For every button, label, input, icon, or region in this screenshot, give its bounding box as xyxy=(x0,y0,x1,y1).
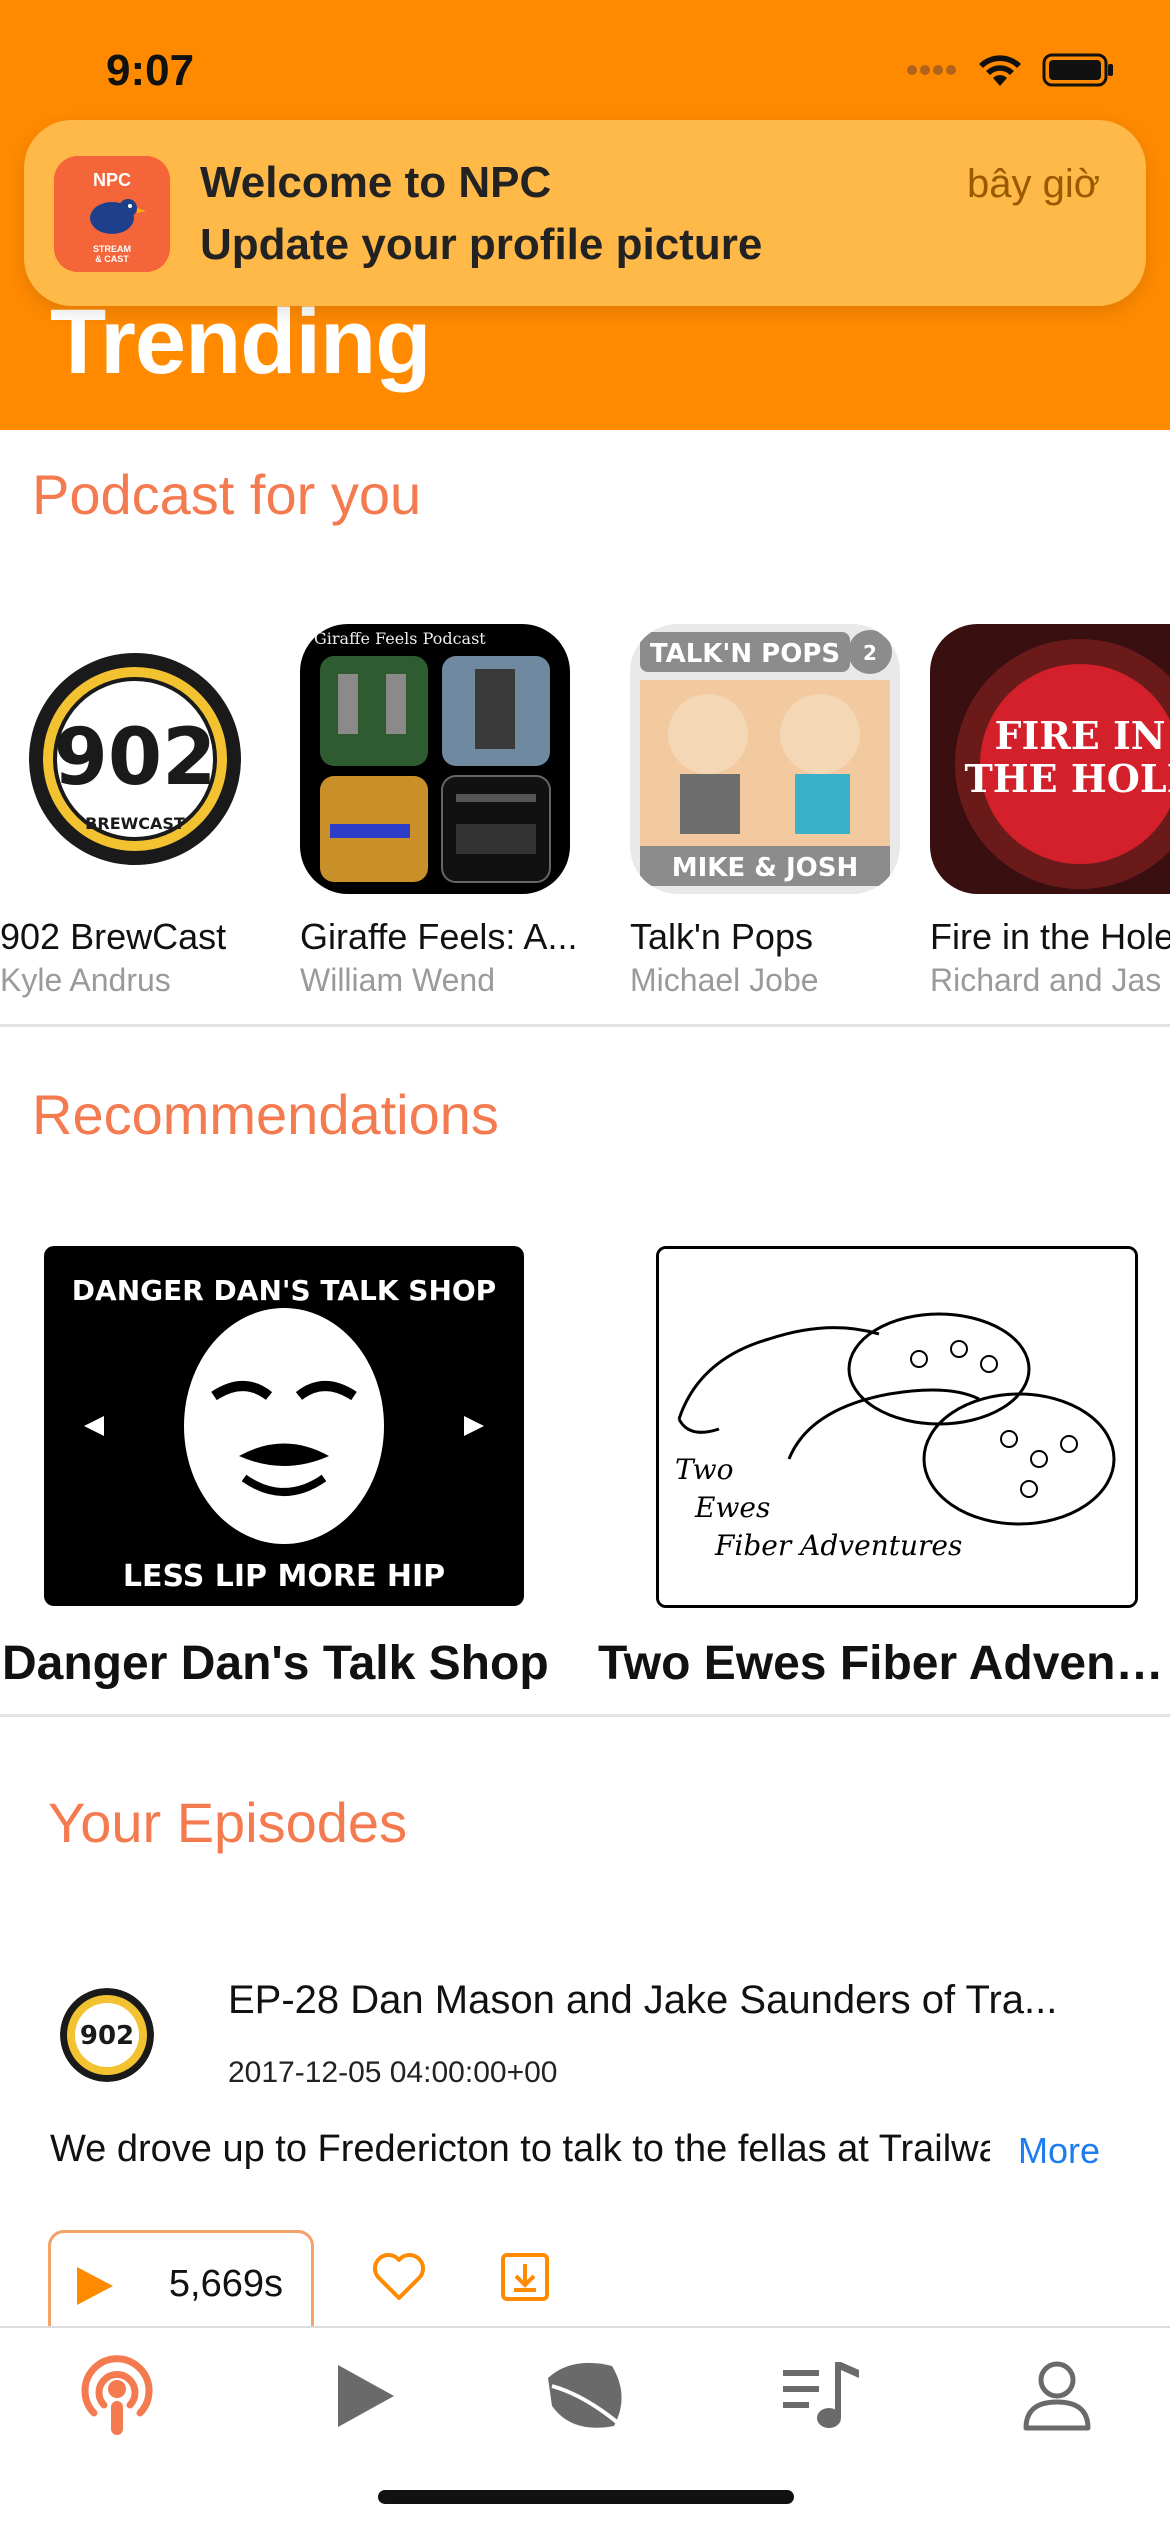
svg-text:TALK'N POPS: TALK'N POPS xyxy=(650,639,840,669)
svg-text:Fiber Adventures: Fiber Adventures xyxy=(714,1529,962,1562)
playlist-icon xyxy=(783,2362,859,2428)
play-icon xyxy=(77,2267,113,2305)
podcast-carousel[interactable]: 902 BREWCAST 902 BrewCast Kyle Andrus Gi… xyxy=(0,624,1170,1024)
podcast-artwork: 902 BREWCAST xyxy=(0,624,270,894)
podcast-title: Giraffe Feels: A... xyxy=(300,916,578,957)
recommendation-artwork: Two Ewes Fiber Adventures xyxy=(656,1246,1138,1608)
episode-description: We drove up to Fredericton to talk to th… xyxy=(50,2128,990,2170)
section-title-recommendations: Recommendations xyxy=(32,1083,499,1146)
podcasts-icon xyxy=(81,2355,153,2435)
podcast-title: 902 BrewCast xyxy=(0,916,227,957)
svg-text:LESS LIP MORE HIP: LESS LIP MORE HIP xyxy=(123,1559,445,1594)
tab-playlist[interactable] xyxy=(766,2346,876,2446)
tab-play[interactable] xyxy=(310,2346,420,2446)
svg-text:FIRE IN: FIRE IN xyxy=(994,713,1165,758)
recommendation-title: Two Ewes Fiber Advent... xyxy=(598,1637,1170,1690)
home-indicator xyxy=(378,2490,794,2504)
svg-text:Ewes: Ewes xyxy=(694,1491,770,1524)
svg-text:Giraffe Feels Podcast: Giraffe Feels Podcast xyxy=(314,629,486,648)
podcast-card[interactable]: 902 BREWCAST 902 BrewCast Kyle Andrus xyxy=(0,624,300,999)
svg-text:902: 902 xyxy=(80,2021,134,2051)
episode-duration: 5,669s xyxy=(168,2263,283,2305)
svg-text:BREWCAST: BREWCAST xyxy=(85,814,185,833)
notification-body: Update your profile picture xyxy=(200,220,763,269)
tab-discover[interactable] xyxy=(532,2346,642,2446)
recommendation-title: Danger Dan's Talk Shop xyxy=(2,1637,549,1690)
podcast-card[interactable]: TALK'N POPS 2 MIKE & JOSH Talk'n Pops Mi… xyxy=(630,624,930,999)
notification-banner[interactable]: NPC STREAM & CAST Welcome to NPC Update … xyxy=(24,120,1146,306)
divider xyxy=(0,1714,1170,1717)
recommendation-artwork: DANGER DAN'S TALK SHOP LESS LIP MORE HIP xyxy=(44,1246,524,1606)
podcast-card[interactable]: FIRE IN THE HOLE Fire in the Hole Richar… xyxy=(930,624,1170,999)
tab-profile[interactable] xyxy=(1002,2346,1112,2446)
podcast-title: Talk'n Pops xyxy=(630,916,813,957)
podcast-artwork: FIRE IN THE HOLE xyxy=(930,624,1170,894)
podcast-card[interactable]: Giraffe Feels Podcast Giraffe Feels: A..… xyxy=(300,624,600,999)
battery-icon xyxy=(1042,53,1113,87)
podcast-title: Fire in the Hole xyxy=(930,916,1170,957)
section-title-your-episodes: Your Episodes xyxy=(48,1791,408,1854)
recommendation-card[interactable]: Two Ewes Fiber Adventures xyxy=(656,1246,1138,1608)
section-title-podcast-for-you: Podcast for you xyxy=(32,463,422,526)
status-time: 9:07 xyxy=(106,46,195,95)
profile-icon xyxy=(1023,2361,1091,2431)
wifi-icon xyxy=(979,55,1021,86)
podcast-author: Kyle Andrus xyxy=(0,962,171,998)
download-icon[interactable] xyxy=(500,2252,550,2302)
podcast-artwork: Giraffe Feels Podcast xyxy=(300,624,570,894)
signal-icon xyxy=(907,65,956,75)
play-button[interactable]: 5,669s xyxy=(48,2230,314,2340)
tab-podcasts[interactable] xyxy=(62,2346,172,2446)
podcast-author: Michael Jobe xyxy=(630,962,819,998)
divider xyxy=(0,1024,1170,1027)
podcast-author: William Wend xyxy=(300,962,495,998)
svg-text:THE HOLE: THE HOLE xyxy=(964,756,1170,801)
episode-title[interactable]: EP-28 Dan Mason and Jake Saunders of Tra… xyxy=(228,1978,1128,2023)
app-icon: NPC STREAM & CAST xyxy=(54,156,170,272)
svg-text:902: 902 xyxy=(54,713,217,803)
svg-text:Two: Two xyxy=(675,1453,734,1486)
leaf-icon xyxy=(548,2362,626,2430)
more-link[interactable]: More xyxy=(1018,2130,1100,2172)
svg-text:NPC: NPC xyxy=(93,170,131,190)
svg-text:STREAM: STREAM xyxy=(93,244,131,254)
notification-time: bây giờ xyxy=(967,162,1100,206)
heart-icon[interactable] xyxy=(372,2252,426,2302)
svg-text:2: 2 xyxy=(863,641,877,665)
play-tab-icon xyxy=(338,2365,394,2427)
svg-text:MIKE & JOSH: MIKE & JOSH xyxy=(672,853,859,883)
podcast-artwork: TALK'N POPS 2 MIKE & JOSH xyxy=(630,624,900,894)
episode-date: 2017-12-05 04:00:00+00 xyxy=(228,2056,558,2089)
recommendation-card[interactable]: DANGER DAN'S TALK SHOP LESS LIP MORE HIP xyxy=(44,1246,524,1606)
status-icons xyxy=(906,52,1114,88)
podcast-author: Richard and Jas xyxy=(930,962,1162,998)
svg-text:& CAST: & CAST xyxy=(95,254,129,264)
svg-text:DANGER DAN'S TALK SHOP: DANGER DAN'S TALK SHOP xyxy=(72,1274,496,1307)
notification-title: Welcome to NPC xyxy=(200,158,552,207)
episode-artwork: 902 xyxy=(60,1988,154,2082)
